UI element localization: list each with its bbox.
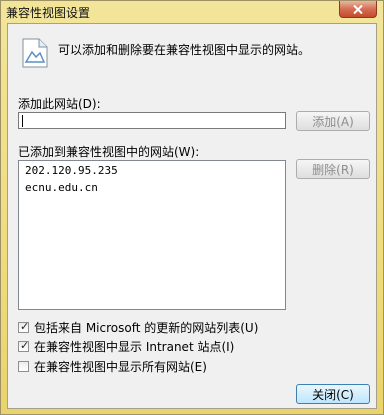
checkbox-label: 在兼容性视图中显示 Intranet 站点(I) bbox=[34, 339, 235, 354]
close-button[interactable]: 关闭(C) bbox=[296, 384, 370, 404]
add-site-input[interactable] bbox=[18, 112, 286, 129]
option-microsoft-list[interactable]: ✓ 包括来自 Microsoft 的更新的网站列表(U) bbox=[18, 319, 259, 335]
text-caret bbox=[22, 115, 23, 127]
list-item[interactable]: ecnu.edu.cn bbox=[25, 181, 98, 194]
compatibility-view-dialog: 兼容性视图设置 可以添加和删除要在兼容性视图中显示的网站。 添加此网站(D): … bbox=[0, 0, 384, 415]
add-site-label: 添加此网站(D): bbox=[18, 97, 101, 111]
option-intranet[interactable]: ✓ 在兼容性视图中显示 Intranet 站点(I) bbox=[18, 338, 235, 354]
window-title: 兼容性视图设置 bbox=[6, 6, 91, 20]
window-close-button[interactable] bbox=[339, 1, 377, 18]
checkbox-label: 包括来自 Microsoft 的更新的网站列表(U) bbox=[34, 320, 259, 335]
document-icon bbox=[22, 38, 48, 68]
checkbox[interactable]: ✓ bbox=[18, 319, 30, 333]
close-icon bbox=[353, 4, 363, 14]
checkmark-icon: ✓ bbox=[20, 319, 30, 333]
header-description: 可以添加和删除要在兼容性视图中显示的网站。 bbox=[58, 43, 311, 57]
add-button[interactable]: 添加(A) bbox=[296, 111, 370, 131]
site-list-label: 已添加到兼容性视图中的网站(W): bbox=[18, 145, 200, 159]
checkbox[interactable] bbox=[18, 360, 29, 372]
remove-button[interactable]: 删除(R) bbox=[296, 159, 370, 179]
list-item[interactable]: 202.120.95.235 bbox=[25, 164, 118, 177]
dialog-body: 可以添加和删除要在兼容性视图中显示的网站。 添加此网站(D): 添加(A) 已添… bbox=[7, 23, 377, 409]
checkbox[interactable]: ✓ bbox=[18, 338, 30, 352]
site-list[interactable]: 202.120.95.235 ecnu.edu.cn bbox=[18, 160, 286, 310]
title-bar[interactable]: 兼容性视图设置 bbox=[1, 1, 383, 23]
checkmark-icon: ✓ bbox=[20, 338, 30, 352]
option-all-sites[interactable]: 在兼容性视图中显示所有网站(E) bbox=[18, 359, 207, 374]
checkbox-label: 在兼容性视图中显示所有网站(E) bbox=[34, 359, 207, 374]
